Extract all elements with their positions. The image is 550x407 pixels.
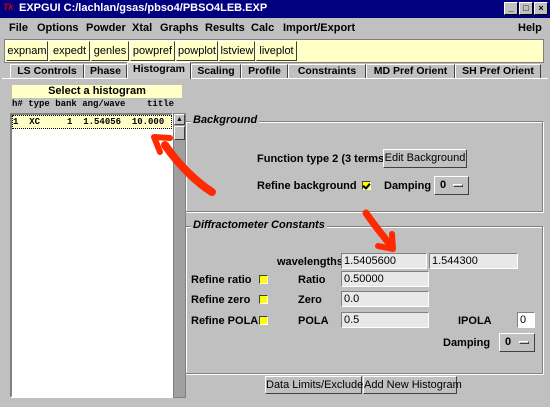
- wavelengths-label: wavelengths: [277, 256, 344, 268]
- diffractometer-damping-value: 0: [505, 336, 512, 348]
- background-damping-select[interactable]: 0: [434, 176, 469, 195]
- refine-ratio-label: Refine ratio: [191, 274, 252, 286]
- diffractometer-damping-label: Damping: [443, 337, 491, 349]
- refine-pola-checkbox[interactable]: [259, 316, 268, 325]
- refine-zero-label: Refine zero: [191, 294, 251, 306]
- ratio-label: Ratio: [298, 274, 326, 286]
- background-group-title: Background: [191, 114, 260, 126]
- histogram-list[interactable]: [10, 113, 173, 398]
- menu-options[interactable]: Options: [37, 22, 79, 34]
- background-group: [185, 121, 543, 212]
- menu-powder[interactable]: Powder: [86, 22, 126, 34]
- add-new-histogram-button[interactable]: Add New Histogram: [363, 376, 462, 394]
- tab-scaling[interactable]: Scaling: [191, 64, 241, 78]
- refine-pola-label: Refine POLA: [191, 315, 259, 327]
- refine-background-label: Refine background: [257, 180, 357, 192]
- expedt-button[interactable]: expedt: [49, 41, 90, 61]
- data-limits-exclude-button[interactable]: Data Limits/Exclude: [265, 376, 363, 394]
- maximize-button[interactable]: □: [519, 2, 533, 15]
- zero-label: Zero: [298, 294, 322, 306]
- menu-help[interactable]: Help: [518, 22, 542, 34]
- tab-profile[interactable]: Profile: [241, 64, 288, 78]
- refine-background-checkbox[interactable]: [362, 181, 371, 190]
- tab-phase[interactable]: Phase: [84, 64, 127, 78]
- menu-import-export[interactable]: Import/Export: [283, 22, 355, 34]
- background-damping-label: Damping: [384, 180, 432, 192]
- tab-sh-pref-orient[interactable]: SH Pref Orient: [455, 64, 541, 78]
- minimize-button[interactable]: _: [504, 2, 518, 15]
- wavelength2-field[interactable]: 1.544300: [429, 253, 518, 269]
- menu-graphs[interactable]: Graphs: [160, 22, 199, 34]
- histogram-list-columns: h# type bank ang/wave title: [12, 99, 175, 109]
- pola-field[interactable]: 0.5: [341, 312, 429, 328]
- liveplot-button[interactable]: liveplot: [256, 41, 297, 61]
- histogram-list-header: Select a histogram: [12, 85, 182, 98]
- powplot-button[interactable]: powplot: [176, 41, 218, 61]
- tab-md-pref-orient[interactable]: MD Pref Orient: [366, 64, 455, 78]
- ratio-field[interactable]: 0.50000: [341, 271, 429, 287]
- dropdown-indicator-icon: [453, 184, 463, 187]
- diffractometer-group-title: Diffractometer Constants: [191, 219, 327, 231]
- dropdown-indicator-icon: [519, 341, 529, 344]
- background-damping-value: 0: [440, 179, 447, 191]
- background-function-text: Function type 2 (3 terms): [257, 153, 388, 165]
- wavelength1-field[interactable]: 1.5405600: [341, 253, 427, 269]
- tab-constraints[interactable]: Constraints: [288, 64, 366, 78]
- window-title: EXPGUI C:/lachlan/gsas/pbso4/PBSO4LEB.EX…: [19, 2, 268, 14]
- powpref-button[interactable]: powpref: [130, 41, 175, 61]
- tab-histogram[interactable]: Histogram: [127, 62, 191, 79]
- expnam-button[interactable]: expnam: [6, 41, 48, 61]
- ipola-field[interactable]: 0: [517, 312, 535, 328]
- pola-label: POLA: [298, 315, 329, 327]
- tab-ls-controls[interactable]: LS Controls: [10, 64, 84, 78]
- zero-field[interactable]: 0.0: [341, 291, 429, 307]
- edit-background-button[interactable]: Edit Background: [383, 149, 467, 168]
- scroll-up-arrow-icon[interactable]: ▲: [174, 114, 185, 125]
- refine-ratio-checkbox[interactable]: [259, 275, 268, 284]
- genles-button[interactable]: genles: [91, 41, 129, 61]
- menu-calc[interactable]: Calc: [251, 22, 274, 34]
- menu-bar: [0, 18, 550, 39]
- close-button[interactable]: ×: [534, 2, 548, 15]
- scroll-thumb[interactable]: [174, 126, 185, 140]
- ipola-label: IPOLA: [458, 315, 492, 327]
- histogram-row[interactable]: 1 XC 1 1.54056 10.000 C: [12, 115, 172, 129]
- menu-xtal[interactable]: Xtal: [132, 22, 152, 34]
- diffractometer-damping-select[interactable]: 0: [499, 333, 535, 352]
- menu-file[interactable]: File: [9, 22, 28, 34]
- tab-bar-edge: [2, 78, 548, 79]
- lstview-button[interactable]: lstview: [219, 41, 255, 61]
- menu-results[interactable]: Results: [205, 22, 245, 34]
- app-icon: Tk: [3, 2, 14, 12]
- refine-zero-checkbox[interactable]: [259, 295, 268, 304]
